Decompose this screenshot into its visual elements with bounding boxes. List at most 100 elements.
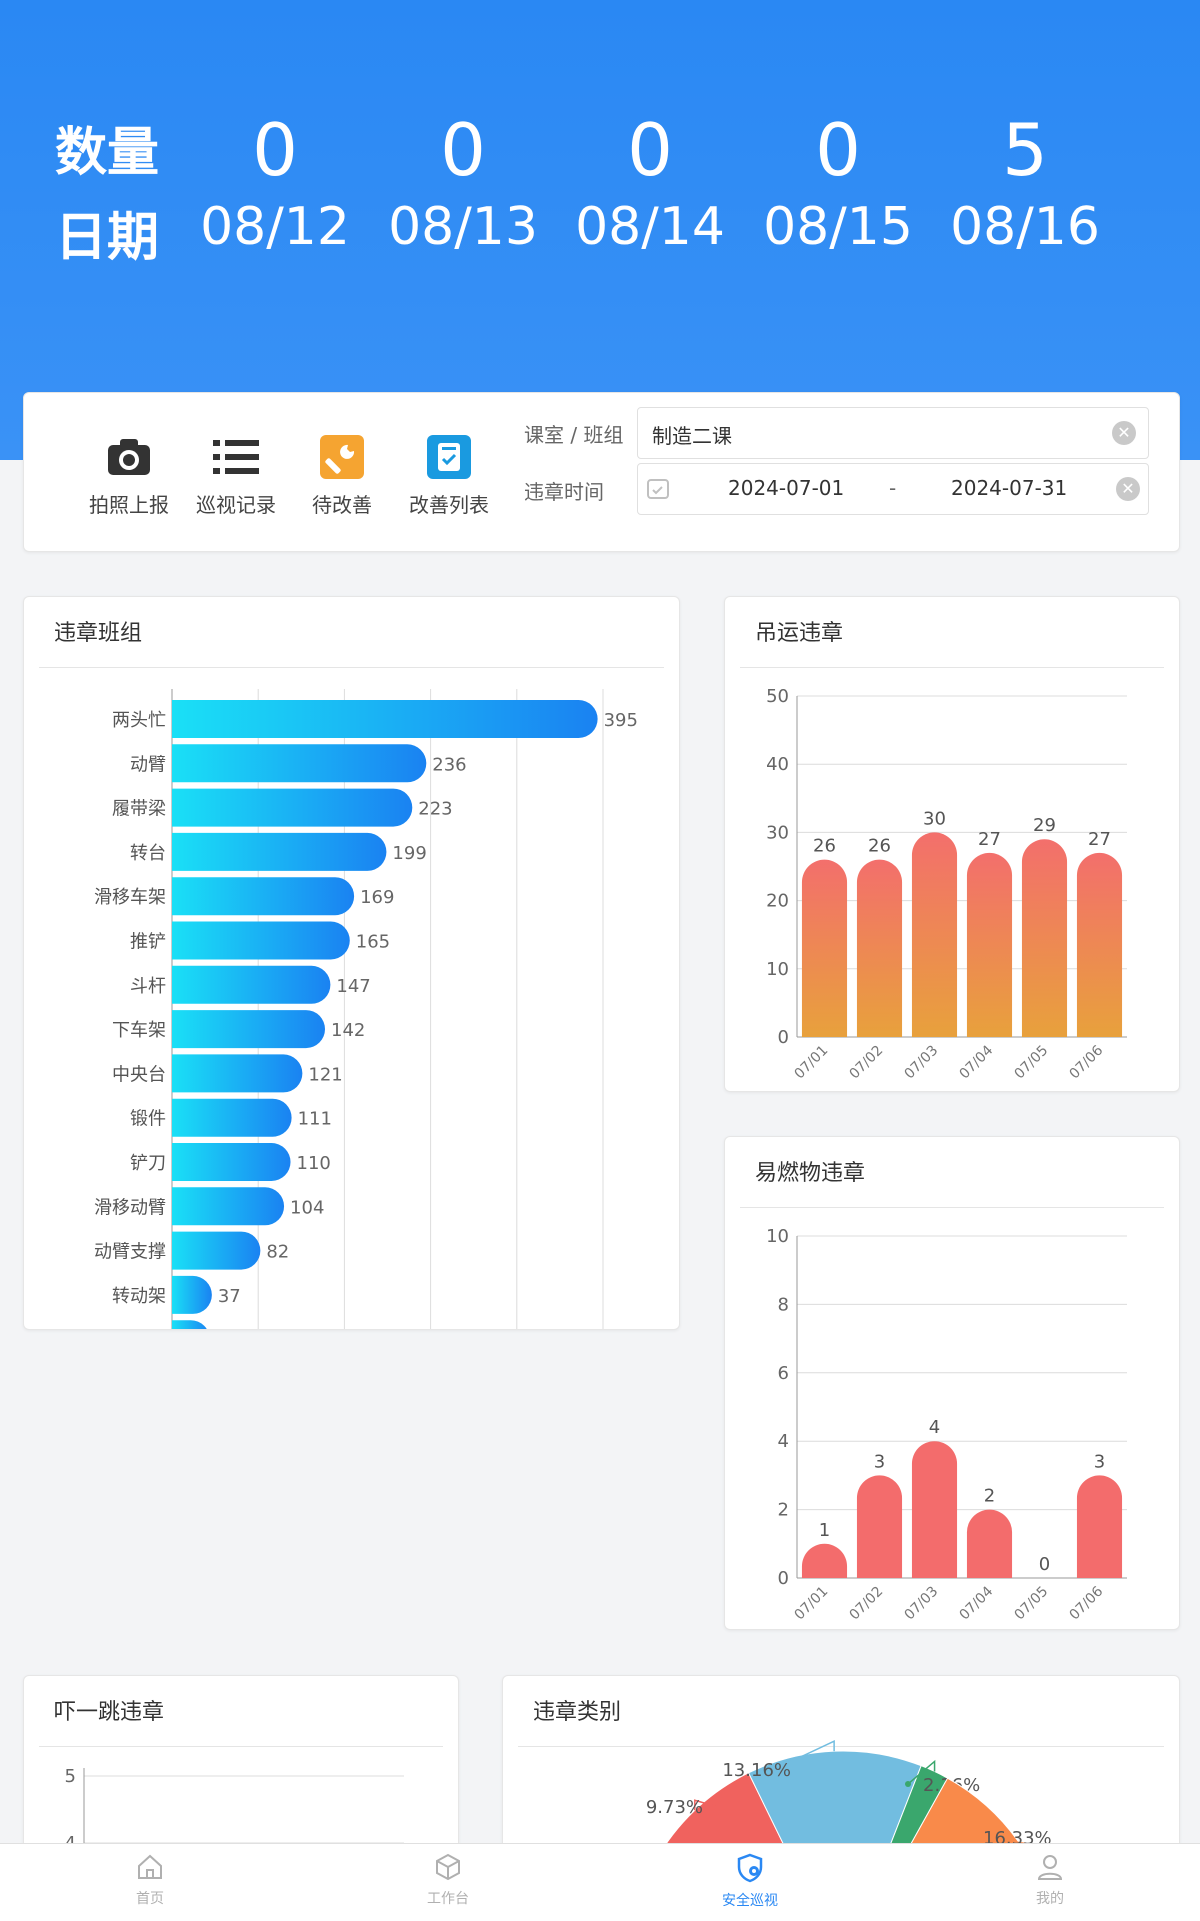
- category-label: 转台: [130, 843, 166, 864]
- count-row: 数量 0 0 0 0 5: [55, 108, 1155, 192]
- pending-improve-button[interactable]: 待改善: [292, 433, 392, 518]
- calendar-icon: [646, 476, 670, 504]
- home-icon: [90, 1852, 210, 1886]
- stats-header: 数量 0 0 0 0 5 日期 08/12 08/13 08/14 08/15 …: [0, 0, 1200, 460]
- data-label: 3: [1094, 1451, 1105, 1472]
- label-dot: [715, 1804, 721, 1810]
- y-tick-label: 30: [766, 822, 789, 843]
- team-bar-chart: 080160240320400两头忙395动臂236履带梁223转台199滑移车…: [94, 689, 638, 1329]
- group-select[interactable]: 制造二课 ✕: [637, 407, 1149, 459]
- bar: [911, 1441, 958, 1578]
- bar: [172, 1143, 291, 1181]
- data-label: 27: [1088, 829, 1111, 850]
- x-tick-label: 07/05: [1011, 1584, 1051, 1624]
- data-label: 223: [418, 799, 452, 820]
- y-tick-label: 4: [778, 1431, 789, 1452]
- group-value: 制造二课: [652, 424, 732, 448]
- data-label: 395: [604, 710, 638, 731]
- data-label: 29: [1033, 815, 1056, 836]
- category-label: 推铲: [130, 932, 166, 953]
- bar: [172, 1054, 303, 1093]
- date-value: 08/13: [388, 197, 538, 257]
- user-icon: [990, 1852, 1110, 1886]
- photo-report-button[interactable]: 拍照上报: [79, 433, 179, 518]
- bar: [801, 859, 848, 1037]
- wrench-icon: [318, 433, 366, 481]
- tab-label: 我的: [1036, 1891, 1064, 1907]
- data-label: 1: [819, 1520, 830, 1541]
- checklist-icon: [425, 433, 473, 481]
- count-value: 5: [1002, 108, 1048, 192]
- tab-home[interactable]: 首页: [90, 1852, 210, 1908]
- pending-improve-label: 待改善: [312, 493, 372, 517]
- date-range-picker[interactable]: 2024-07-01 - 2024-07-31 ✕: [637, 463, 1149, 515]
- data-label: 30: [923, 808, 946, 829]
- category-label: 转动架: [112, 1286, 166, 1307]
- y-tick-label: 10: [766, 1226, 789, 1247]
- bar: [856, 1475, 903, 1578]
- end-date[interactable]: 2024-07-31: [951, 476, 1067, 500]
- x-tick-label: 07/01: [791, 1584, 831, 1624]
- bar: [966, 1509, 1013, 1578]
- tab-workbench[interactable]: 工作台: [388, 1852, 508, 1908]
- data-label: 2: [984, 1486, 995, 1507]
- data-label: 37: [218, 1286, 241, 1307]
- data-label: 121: [308, 1064, 342, 1085]
- count-value: 0: [627, 108, 673, 192]
- date-value: 08/12: [200, 197, 350, 257]
- x-tick-label: 07/02: [846, 1584, 886, 1624]
- start-date[interactable]: 2024-07-01: [728, 476, 844, 500]
- count-value: 0: [252, 108, 298, 192]
- patrol-record-label: 巡视记录: [196, 493, 276, 517]
- x-tick-label: 07/06: [1066, 1583, 1106, 1623]
- flammable-bar-chart: 0 2 4 6 8 10 1 07/01 3 07/02 4 07/03 2 07/04 0 07/05 3 07…: [766, 1226, 1127, 1624]
- tab-safety-patrol[interactable]: 安全巡视: [690, 1852, 810, 1910]
- flammable-violations-card: 易燃物违章 0 2 4 6 8 10 1 07/01 3 07/02 4 07/03 2 07/04 0 07…: [724, 1136, 1180, 1630]
- bar: [172, 700, 598, 738]
- bar: [172, 832, 387, 871]
- count-value: 0: [440, 108, 486, 192]
- y-tick-label: 10: [766, 959, 789, 980]
- patrol-record-button[interactable]: 巡视记录: [186, 433, 286, 518]
- y-tick-label: 50: [766, 686, 789, 707]
- tab-label: 首页: [136, 1891, 164, 1907]
- bar: [856, 859, 903, 1037]
- clear-icon[interactable]: ✕: [1112, 421, 1136, 445]
- data-label: 165: [356, 932, 390, 953]
- list-icon: [212, 433, 260, 481]
- bar: [801, 1543, 848, 1578]
- bar: [1076, 852, 1123, 1037]
- category-label: 动臂: [130, 754, 166, 775]
- date-value: 08/14: [575, 197, 725, 257]
- clear-icon[interactable]: ✕: [1116, 477, 1140, 501]
- tab-label: 工作台: [427, 1891, 469, 1907]
- x-tick-label: 07/04: [956, 1042, 996, 1082]
- cube-icon: [388, 1852, 508, 1886]
- y-tick-label: 8: [778, 1294, 789, 1315]
- date-value: 08/16: [950, 197, 1100, 257]
- category-label: 锻件: [130, 1109, 166, 1130]
- bar: [172, 1010, 326, 1049]
- category-label: 履带梁: [112, 799, 166, 820]
- label-dot: [905, 1781, 911, 1787]
- x-tick-label: 07/06: [1066, 1042, 1106, 1082]
- improve-list-label: 改善列表: [409, 493, 489, 517]
- y-tick-label: 6: [778, 1363, 789, 1384]
- bar: [1076, 1475, 1123, 1578]
- bar: [172, 877, 355, 916]
- data-label: 26: [868, 836, 891, 857]
- bar: [172, 921, 350, 960]
- slice-label: 9.73%: [646, 1797, 703, 1818]
- data-label: 236: [432, 754, 466, 775]
- x-tick-label: 07/02: [846, 1043, 886, 1083]
- category-label: 下车架: [112, 1020, 166, 1041]
- camera-icon: [105, 433, 153, 481]
- x-tick-label: 07/04: [956, 1583, 996, 1623]
- tab-mine[interactable]: 我的: [990, 1852, 1110, 1908]
- photo-report-label: 拍照上报: [89, 493, 169, 517]
- data-label: 147: [336, 976, 370, 997]
- label-dot: [975, 1833, 981, 1839]
- improve-list-button[interactable]: 改善列表: [399, 433, 499, 518]
- count-value: 0: [815, 108, 861, 192]
- data-label: 142: [331, 1020, 365, 1041]
